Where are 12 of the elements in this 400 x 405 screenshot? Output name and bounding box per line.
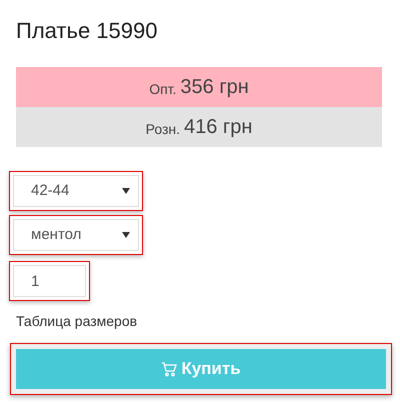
price-amount: 356 грн — [180, 75, 249, 100]
caret-icon — [122, 188, 130, 194]
price-label: Опт. — [149, 80, 176, 98]
dropdown-select[interactable]: 42-44 — [13, 175, 139, 207]
caret-icon — [122, 232, 130, 238]
size-chart-link[interactable]: Таблица размеров — [16, 311, 138, 332]
dropdown-select[interactable]: ментол — [13, 219, 139, 251]
price-amount: 416 грн — [184, 115, 252, 140]
product-title: Платье 15990 — [16, 17, 158, 45]
price-label: Розн. — [146, 120, 180, 138]
quantity-field[interactable]: 1 — [13, 265, 86, 297]
cart-icon — [161, 362, 178, 376]
